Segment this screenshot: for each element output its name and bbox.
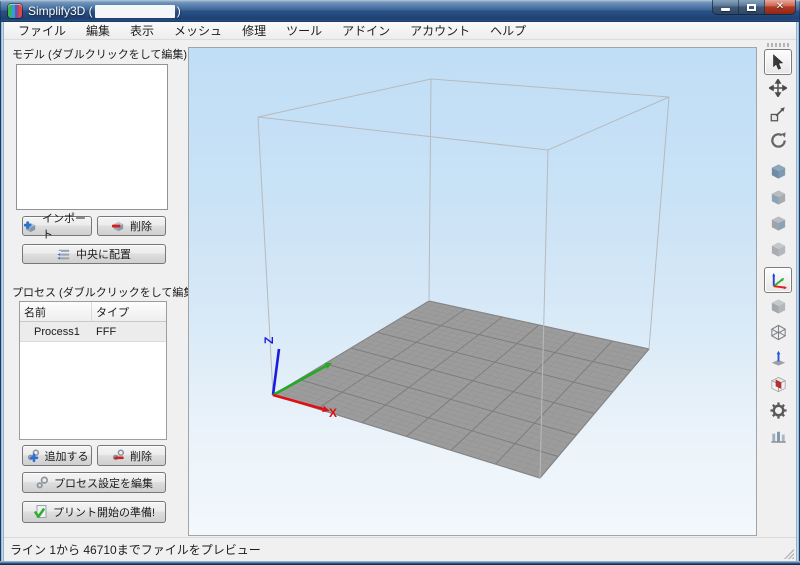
menu-bar: ファイル 編集 表示 メッシュ 修理 ツール アドイン アカウント ヘルプ [4,22,796,40]
maximize-button[interactable] [739,0,765,14]
menu-file[interactable]: ファイル [8,22,76,40]
view-front-button[interactable] [764,210,792,236]
add-process-label: 追加する [45,448,89,464]
minimize-icon [721,8,730,11]
prepare-to-print-label: プリント開始の準備! [53,504,155,520]
title-bar[interactable]: Simplify3D ( ) ✕ [0,0,800,22]
column-type[interactable]: タイプ [92,302,166,321]
import-model-label: インポート [42,210,91,242]
view-side-cube-icon [769,240,788,259]
toolbar-grip[interactable] [767,43,789,47]
svg-text:Z: Z [262,337,276,344]
center-model-label: 中央に配置 [76,246,131,262]
view-front-cube-icon [769,214,788,233]
view-top-cube-icon [769,188,788,207]
delete-cube-icon [111,219,126,234]
delete-process-label: 削除 [130,448,152,464]
edit-process-settings-button[interactable]: プロセス設定を編集 [22,472,166,493]
prepare-to-print-button[interactable]: プリント開始の準備! [22,501,166,523]
menu-mesh[interactable]: メッシュ [164,22,232,40]
prepare-check-icon [33,504,49,520]
solid-view-button[interactable] [764,293,792,319]
delete-model-button[interactable]: 削除 [97,216,166,236]
menu-help[interactable]: ヘルプ [480,22,536,40]
gear-icon [769,401,788,420]
view-side-button[interactable] [764,236,792,262]
show-axes-button[interactable] [764,267,792,293]
status-bar: ライン 1から 46710までファイルをプレビュー [4,537,796,561]
gears-icon [35,475,50,490]
process-table: 名前 タイプ Process1 FFF [19,301,167,440]
surface-normal-button[interactable] [764,345,792,371]
select-cursor-button[interactable] [764,49,792,75]
delete-process-icon [111,448,126,463]
move-arrows-icon [769,79,787,97]
svg-text:X: X [329,406,337,420]
app-logo-icon [8,4,22,18]
processes-section-label: プロセス (ダブルクリックをして編集) [12,284,198,300]
cross-section-button[interactable] [764,371,792,397]
machine-settings-button[interactable] [764,397,792,423]
build-viewport[interactable]: ZX [188,47,757,536]
center-model-button[interactable]: 中央に配置 [22,244,166,264]
close-icon: ✕ [776,2,784,12]
scale-icon [769,105,787,123]
column-name[interactable]: 名前 [20,302,92,321]
center-align-icon [57,247,72,262]
models-section-label: モデル (ダブルクリックをして編集) [12,46,187,62]
view-toolbar [760,40,796,540]
add-process-icon [26,448,41,463]
models-list[interactable] [16,64,168,210]
add-process-button[interactable]: 追加する [22,445,92,466]
title-redacted-area [95,5,175,18]
surface-normal-icon [769,349,788,368]
scale-tool-button[interactable] [764,101,792,127]
process-row[interactable]: Process1 FFF [20,322,166,342]
view-default-button[interactable] [764,158,792,184]
view-top-button[interactable] [764,184,792,210]
menu-view[interactable]: 表示 [120,22,164,40]
maximize-icon [747,4,756,11]
menu-account[interactable]: アカウント [400,22,480,40]
menu-tools[interactable]: ツール [276,22,332,40]
rotate-tool-button[interactable] [764,127,792,153]
process-name-cell: Process1 [20,326,92,338]
support-pillars-icon [769,427,788,446]
cursor-icon [769,53,787,71]
delete-process-button[interactable]: 削除 [97,445,166,466]
rotate-icon [769,131,788,150]
close-button[interactable]: ✕ [765,0,795,14]
delete-model-label: 削除 [130,218,152,234]
move-tool-button[interactable] [764,75,792,101]
wireframe-cube-icon [769,323,788,342]
import-model-button[interactable]: インポート [22,216,92,236]
wireframe-view-button[interactable] [764,319,792,345]
window-frame-bottom [0,561,800,565]
menu-repair[interactable]: 修理 [232,22,276,40]
app-window: Simplify3D ( ) ✕ ファイル 編集 表示 メッシュ 修理 ツール … [0,0,800,565]
view-default-cube-icon [769,162,788,181]
menu-addins[interactable]: アドイン [332,22,400,40]
status-message: ライン 1から 46710までファイルをプレビュー [4,541,261,558]
import-cube-icon [23,219,38,234]
build-volume-scene: ZX [189,48,756,535]
resize-grip[interactable] [782,547,794,559]
process-table-header[interactable]: 名前 タイプ [20,302,166,322]
edit-process-settings-label: プロセス設定を編集 [54,475,153,491]
window-title: Simplify3D ( ) [28,4,181,18]
process-type-cell: FFF [92,326,166,338]
solid-cube-icon [769,297,788,316]
window-frame-right [796,22,800,561]
support-structures-button[interactable] [764,423,792,449]
menu-edit[interactable]: 編集 [76,22,120,40]
minimize-button[interactable] [713,0,739,14]
cross-section-icon [769,375,788,394]
axes-icon [769,271,788,290]
